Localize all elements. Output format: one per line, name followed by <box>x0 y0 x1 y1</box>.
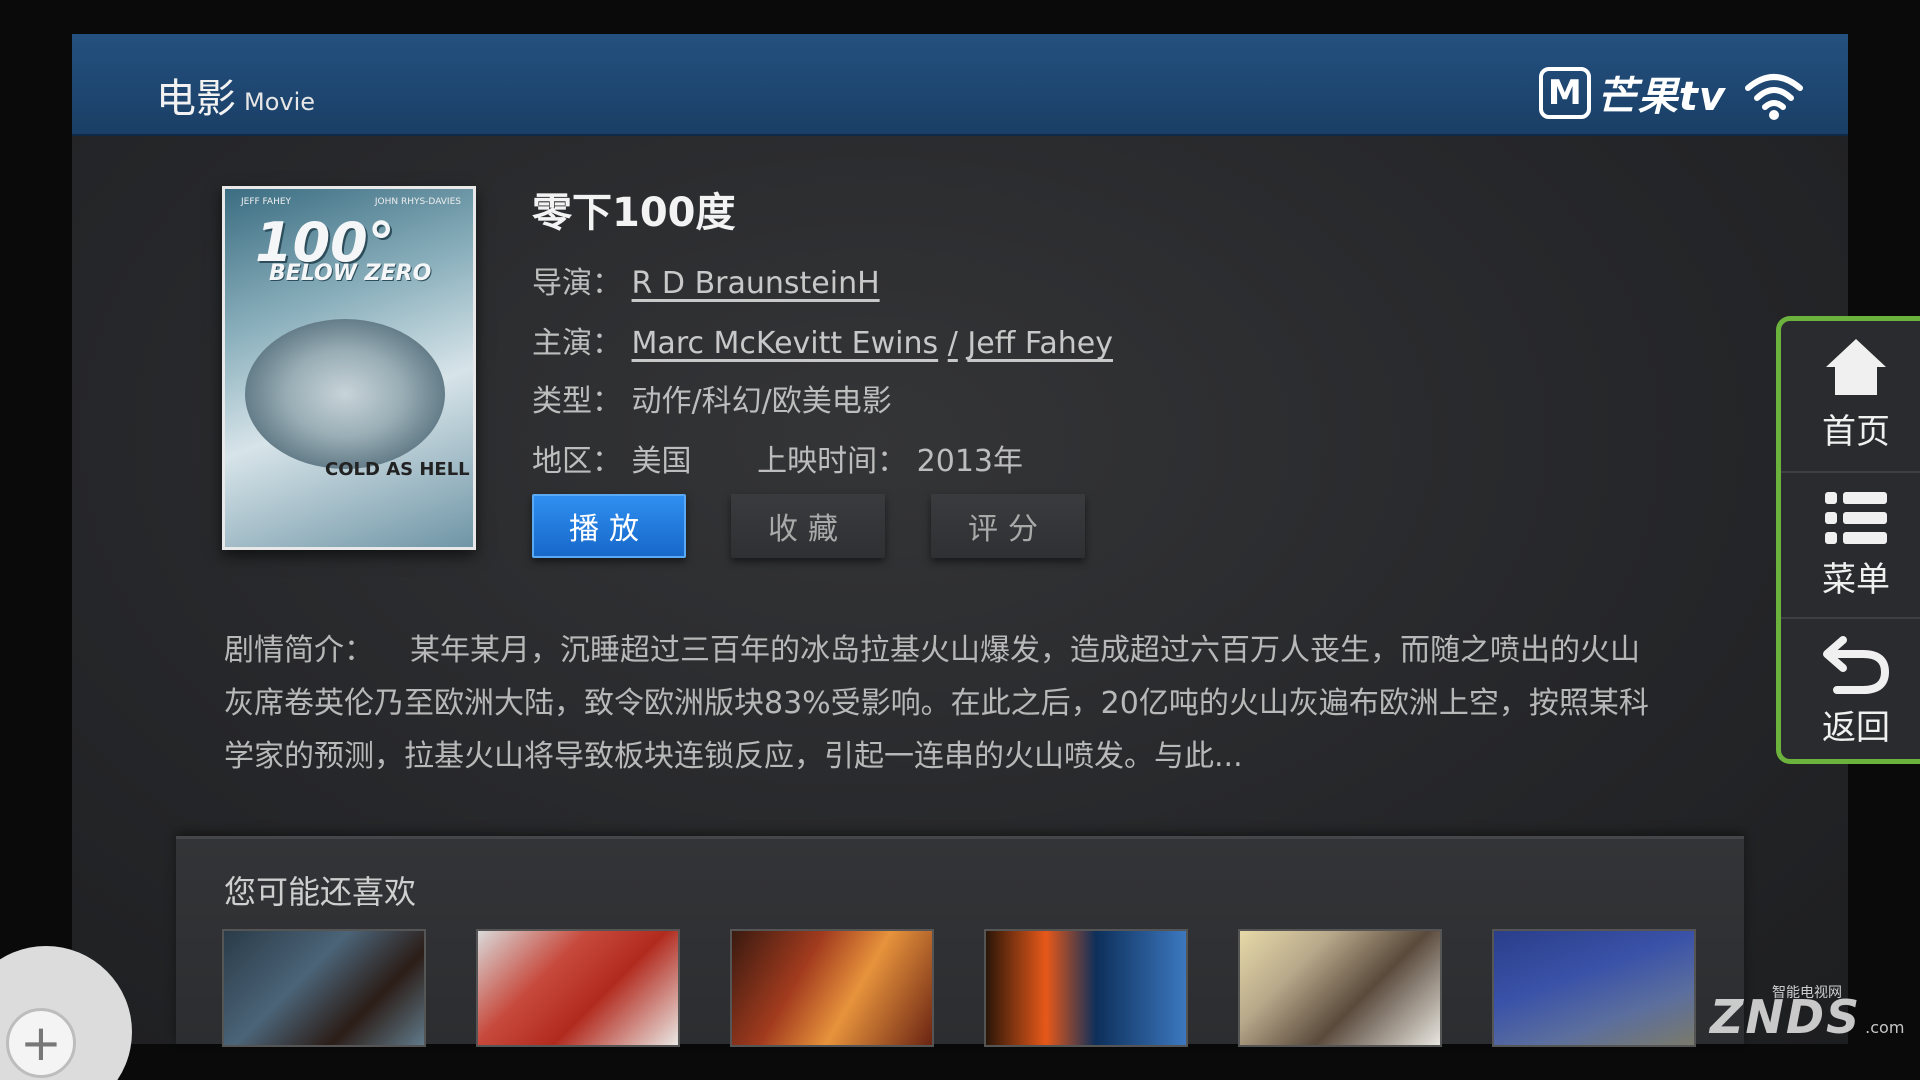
page-title: 电影 <box>156 76 236 122</box>
recommended-movie-1[interactable] <box>222 929 426 1047</box>
side-menu-home[interactable]: 首页 <box>1781 321 1920 467</box>
list-menu-icon <box>1825 491 1887 544</box>
side-menu-back-label: 返回 <box>1822 707 1890 748</box>
poster-title-sub: BELOW ZERO <box>269 261 432 286</box>
logo-mark: M <box>1538 67 1591 119</box>
recommended-poster-image <box>478 931 678 1045</box>
cast-separator: / <box>947 326 958 361</box>
cast-row: 主演： Marc McKevitt Ewins / Jeff Fahey <box>532 318 1113 362</box>
recommended-movie-4[interactable] <box>984 929 1188 1047</box>
watermark-tagline: 智能电视网 <box>1772 985 1842 1001</box>
side-menu-menu[interactable]: 菜单 <box>1781 471 1920 617</box>
side-menu-back[interactable]: 返回 <box>1781 617 1920 763</box>
mango-tv-logo: M 芒果tv <box>1538 66 1726 120</box>
recommendations-panel: 您可能还喜欢 <box>176 836 1744 1047</box>
synopsis-label: 剧情简介： <box>224 633 374 668</box>
movie-title: 零下100度 <box>532 190 736 236</box>
region-label: 地区： <box>532 444 622 479</box>
poster-credits: JEFF FAHEY JOHN RHYS-DAVIES <box>241 197 461 207</box>
recommended-movie-3[interactable] <box>730 929 934 1047</box>
recommended-movie-5[interactable] <box>1238 929 1442 1047</box>
recommended-poster-image <box>732 931 932 1045</box>
wifi-icon <box>1745 74 1803 120</box>
favorite-button[interactable]: 收藏 <box>731 494 885 558</box>
director-link[interactable]: R D BraunsteinH <box>632 266 880 301</box>
page-subtitle: Movie <box>244 88 316 116</box>
release-value: 2013年 <box>916 444 1023 479</box>
poster-frozen-face-image <box>245 319 445 469</box>
play-button[interactable]: 播放 <box>532 494 686 558</box>
movie-poster: JEFF FAHEY JOHN RHYS-DAVIES 100° BELOW Z… <box>222 186 476 550</box>
poster-actor-2: JOHN RHYS-DAVIES <box>374 197 461 207</box>
release-label: 上映时间： <box>757 444 908 479</box>
side-menu-home-label: 首页 <box>1822 411 1890 452</box>
genre-label: 类型： <box>532 384 622 419</box>
recommended-poster-image <box>1240 931 1440 1045</box>
side-menu: 首页 菜单 返回 <box>1776 316 1920 764</box>
recommended-movie-6[interactable] <box>1492 929 1696 1047</box>
recommended-poster-image <box>224 931 424 1045</box>
director-label: 导演： <box>532 266 622 301</box>
rate-button[interactable]: 评分 <box>931 494 1085 558</box>
synopsis: 剧情简介： 某年某月，沉睡超过三百年的冰岛拉基火山爆发，造成超过六百万人丧生，而随… <box>224 624 1664 783</box>
recommended-poster-image <box>986 931 1186 1045</box>
genre-row: 类型： 动作/科幻/欧美电影 <box>532 376 892 420</box>
recommendations-title: 您可能还喜欢 <box>224 873 417 911</box>
cast-link-1[interactable]: Marc McKevitt Ewins <box>632 326 939 361</box>
synopsis-text: 某年某月，沉睡超过三百年的冰岛拉基火山爆发，造成超过六百万人丧生，而随之喷出的火… <box>224 633 1649 774</box>
logo-text: 芒果tv <box>1596 74 1726 120</box>
cast-label: 主演： <box>532 326 622 361</box>
add-button[interactable]: + <box>6 1008 76 1078</box>
home-icon <box>1826 338 1886 395</box>
poster-actor-1: JEFF FAHEY <box>241 197 292 207</box>
cast-link-2[interactable]: Jeff Fahey <box>967 326 1113 361</box>
region-row: 地区： 美国 上映时间： 2013年 <box>532 436 1023 480</box>
watermark-suffix: .com <box>1865 1018 1905 1037</box>
znds-watermark: 智能电视网 ZNDS .com <box>1710 985 1905 1044</box>
recommended-poster-image <box>1494 931 1694 1045</box>
plus-icon: + <box>20 1014 62 1072</box>
recommended-movie-2[interactable] <box>476 929 680 1047</box>
director-row: 导演： R D BraunsteinH <box>532 258 880 302</box>
region-value: 美国 <box>631 444 692 479</box>
poster-tagline: COLD AS HELL <box>325 459 470 480</box>
back-arrow-icon <box>1823 635 1889 694</box>
top-header-bar: 电影 Movie M 芒果tv <box>72 34 1848 136</box>
side-menu-menu-label: 菜单 <box>1822 559 1890 600</box>
genre-value: 动作/科幻/欧美电影 <box>631 384 892 419</box>
